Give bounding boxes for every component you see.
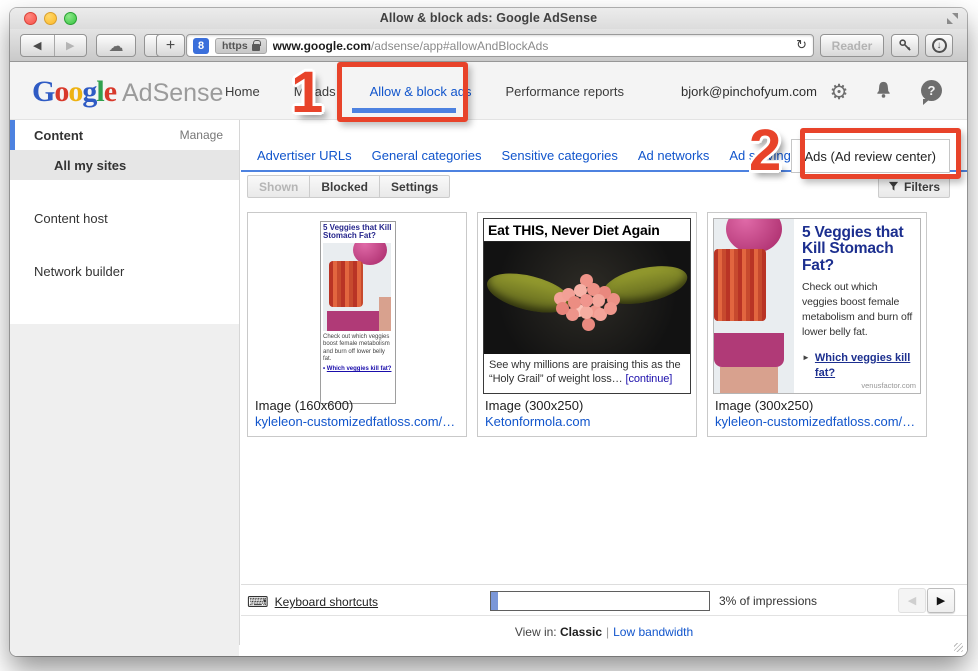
downloads-button[interactable]: ↓ xyxy=(925,34,953,57)
tab-ad-networks[interactable]: Ad networks xyxy=(638,148,710,163)
view-footer: View in: Classic|Low bandwidth xyxy=(241,615,967,639)
account-email: bjork@pinchofyum.com xyxy=(681,84,817,99)
keyboard-shortcuts-link[interactable]: Keyboard shortcuts xyxy=(275,595,378,609)
filter-funnel-icon xyxy=(888,181,899,192)
settings-gear-icon[interactable]: ⚙ xyxy=(827,80,851,104)
ad-caption: Image (160x600) kyleleon-customizedfatlo… xyxy=(255,398,455,430)
ad-size-label: Image (300x250) xyxy=(485,398,591,414)
ad-headline: Eat THIS, Never Diet Again xyxy=(484,219,690,242)
tab-general-categories[interactable]: General categories xyxy=(372,148,482,163)
annotation-step-2: 2 xyxy=(749,122,781,180)
annotation-box-1 xyxy=(337,62,468,122)
browser-window: Allow & block ads: Google AdSense ◀ ▶ ☁ … xyxy=(10,8,967,656)
site-favicon: 8 xyxy=(193,38,209,54)
progress-fill xyxy=(491,592,498,610)
app-header: Google AdSense Home My ads Allow & block… xyxy=(10,62,967,120)
keyboard-icon: ⌨ xyxy=(247,593,269,611)
window-title: Allow & block ads: Google AdSense xyxy=(10,11,967,25)
address-bar[interactable]: 8 https www.google.com/adsense/app#allow… xyxy=(186,34,814,57)
ad-preview-160x600: 5 Veggies that Kill Stomach Fat? Check o… xyxy=(320,221,396,404)
subtab-blocked[interactable]: Blocked xyxy=(310,175,380,198)
key-icon xyxy=(898,38,913,53)
window-resize-grip[interactable] xyxy=(954,643,963,652)
subtab-shown[interactable]: Shown xyxy=(247,175,310,198)
ad-cta-link: ►Which veggies kill fat? xyxy=(802,351,914,381)
ad-url-link[interactable]: Ketonformola.com xyxy=(485,414,591,430)
previous-page-button[interactable]: ◀ xyxy=(898,588,926,613)
annotation-step-1: 1 xyxy=(291,64,323,122)
screenshot-stage: Allow & block ads: Google AdSense ◀ ▶ ☁ … xyxy=(0,0,978,671)
ad-headline: 5 Veggies that Kill Stomach Fat? xyxy=(323,224,393,241)
https-label: https xyxy=(222,40,248,52)
titlebar: Allow & block ads: Google AdSense xyxy=(10,8,967,29)
download-icon: ↓ xyxy=(932,38,947,53)
ad-cta-link: • Which veggies kill fat? xyxy=(323,366,393,372)
next-page-button[interactable]: ▶ xyxy=(927,588,955,613)
back-button[interactable]: ◀ xyxy=(21,35,54,56)
ad-preview-300x250: 5 Veggies that Kill Stomach Fat? Check o… xyxy=(713,218,921,394)
sidebar-section-content: Content Manage xyxy=(10,120,239,150)
ad-body-text: Check out which veggies boost female met… xyxy=(802,280,914,341)
content-area: Advertiser URLs General categories Sensi… xyxy=(241,120,967,656)
ad-attribution: venusfactor.com xyxy=(861,381,916,390)
help-icon[interactable]: ? xyxy=(921,80,945,101)
manage-link[interactable]: Manage xyxy=(180,128,223,142)
reader-button[interactable]: Reader xyxy=(820,34,884,57)
fullscreen-icon[interactable] xyxy=(947,13,958,24)
ad-torso-image xyxy=(714,219,794,393)
browser-toolbar: ◀ ▶ ☁ + 8 https w xyxy=(10,29,967,62)
ad-caption: Image (300x250) kyleleon-customizedfatlo… xyxy=(715,398,915,430)
history-nav-group: ◀ ▶ xyxy=(20,34,87,57)
ad-size-label: Image (300x250) xyxy=(715,398,915,414)
notifications-bell-icon[interactable] xyxy=(874,80,898,100)
ad-headline: 5 Veggies that Kill Stomach Fat? xyxy=(802,225,914,274)
https-badge: https xyxy=(215,38,267,54)
tab-sensitive-categories[interactable]: Sensitive categories xyxy=(501,148,617,163)
ad-fruit-image xyxy=(484,242,690,354)
nav-performance-reports[interactable]: Performance reports xyxy=(505,63,624,120)
tab-advertiser-urls[interactable]: Advertiser URLs xyxy=(257,148,352,163)
sidebar-item-content-host[interactable]: Content host xyxy=(10,203,239,233)
password-key-button[interactable] xyxy=(891,34,919,57)
ad-body-text: See why millions are praising this as th… xyxy=(484,354,690,387)
ad-caption: Image (300x250) Ketonformola.com xyxy=(485,398,591,430)
new-tab-button[interactable]: + xyxy=(156,34,185,57)
icloud-tabs-button[interactable]: ☁ xyxy=(96,34,136,57)
impressions-label: 3% of impressions xyxy=(719,594,817,608)
product-name: AdSense xyxy=(122,79,223,108)
view-classic: Classic xyxy=(560,625,602,639)
impressions-progress-bar xyxy=(490,591,710,611)
ad-body-text: Check out which veggies boost female met… xyxy=(323,334,393,364)
google-logo: Google xyxy=(32,75,116,109)
subtab-settings[interactable]: Settings xyxy=(380,175,450,198)
view-in-label: View in: xyxy=(515,625,557,639)
annotation-box-2 xyxy=(800,128,961,179)
nav-home[interactable]: Home xyxy=(225,63,260,120)
ad-torso-image xyxy=(323,243,391,331)
ad-url-link[interactable]: kyleleon-customizedfatloss.com/… xyxy=(715,414,915,430)
ad-cta-link: [continue] xyxy=(625,373,672,385)
lock-icon xyxy=(252,44,260,51)
sidebar-empty-area xyxy=(10,324,239,656)
sidebar-accent-bar xyxy=(10,120,15,150)
ad-url-link[interactable]: kyleleon-customizedfatloss.com/… xyxy=(255,414,455,430)
url-text: www.google.com/adsense/app#allowAndBlock… xyxy=(273,39,549,53)
cta-arrow-icon: ► xyxy=(802,351,810,381)
pager: ◀ ▶ xyxy=(898,588,955,613)
forward-button[interactable]: ▶ xyxy=(54,35,87,56)
ad-card[interactable]: Eat THIS, Never Diet Again See why milli… xyxy=(477,212,697,437)
sidebar-item-all-my-sites[interactable]: All my sites xyxy=(10,150,239,180)
ad-card[interactable]: 5 Veggies that Kill Stomach Fat? Check o… xyxy=(707,212,927,437)
sidebar-item-network-builder[interactable]: Network builder xyxy=(10,256,239,286)
ad-preview-300x250: Eat THIS, Never Diet Again See why milli… xyxy=(483,218,691,394)
subtab-group: Shown Blocked Settings xyxy=(247,175,450,198)
ad-size-label: Image (160x600) xyxy=(255,398,455,414)
status-bar: ⌨ Keyboard shortcuts 3% of impressions ◀… xyxy=(241,584,967,615)
url-domain: www.google.com xyxy=(273,39,371,53)
ad-card[interactable]: 5 Veggies that Kill Stomach Fat? Check o… xyxy=(247,212,467,437)
reload-button[interactable]: ↻ xyxy=(796,38,807,53)
low-bandwidth-link[interactable]: Low bandwidth xyxy=(613,625,693,639)
url-path: /adsense/app#allowAndBlockAds xyxy=(371,39,548,53)
sidebar-section-label: Content xyxy=(34,128,83,143)
